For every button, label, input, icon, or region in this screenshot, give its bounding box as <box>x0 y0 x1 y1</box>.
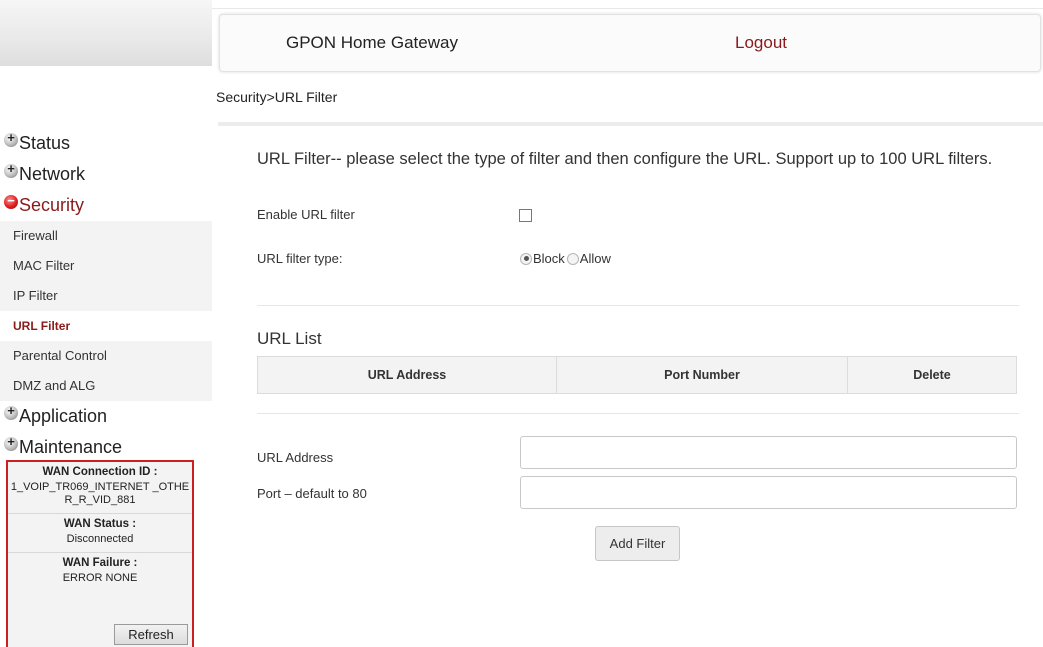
add-filter-button[interactable]: Add Filter <box>595 526 680 561</box>
menu-status-label: Status <box>19 133 71 153</box>
url-list-title: URL List <box>257 329 322 348</box>
sidebar-item-parental-control[interactable]: Parental Control <box>0 341 212 371</box>
column-header-delete: Delete <box>913 368 951 382</box>
url-filter-type-label: URL filter type: <box>257 251 343 266</box>
url-address-input[interactable] <box>520 436 1017 469</box>
wan-status-label: WAN Status : <box>63 518 137 530</box>
wan-failure-value: ERROR NONE <box>62 572 138 584</box>
enable-url-filter-checkbox[interactable] <box>519 209 532 222</box>
logo-area <box>0 0 212 66</box>
expand-icon <box>4 130 18 147</box>
wan-connection-value: 1_VOIP_TR069_INTERNET _OTHER_R_VID_881 <box>10 481 190 506</box>
menu-application[interactable]: Application <box>0 401 212 432</box>
url-address-label: URL Address <box>257 450 334 465</box>
block-radio-label: Block <box>533 251 565 266</box>
wan-info-panel: WAN Connection ID : 1_VOIP_TR069_INTERNE… <box>6 460 194 647</box>
collapse-icon <box>4 193 18 209</box>
section-divider <box>257 305 1019 306</box>
menu-security-label: Security <box>19 195 85 215</box>
sidebar: Status Network Security Firewall MAC Fil… <box>0 128 212 463</box>
column-header-port-number: Port Number <box>557 357 848 393</box>
url-filter-type-group: Block Allow <box>520 251 611 266</box>
sidebar-item-dmz-alg[interactable]: DMZ and ALG <box>0 371 212 401</box>
menu-network[interactable]: Network <box>0 159 212 190</box>
expand-icon <box>4 161 18 178</box>
enable-url-filter-label: Enable URL filter <box>257 207 355 222</box>
column-header-url-address: URL Address <box>258 357 557 393</box>
menu-security[interactable]: Security <box>0 190 212 221</box>
page-intro: URL Filter-- please select the type of f… <box>257 150 993 168</box>
wan-connection-label: WAN Connection ID : <box>42 466 158 478</box>
section-divider <box>257 413 1019 414</box>
url-list-table: URL Address Port Number Delete <box>257 356 1017 394</box>
menu-application-label: Application <box>19 406 108 426</box>
expand-icon <box>4 434 18 451</box>
sidebar-item-ip-filter[interactable]: IP Filter <box>0 281 212 311</box>
wan-status-section: WAN Status : Disconnected <box>8 514 192 553</box>
menu-maintenance-label: Maintenance <box>19 437 123 457</box>
header-title: GPON Home Gateway <box>286 33 458 52</box>
sidebar-item-mac-filter[interactable]: MAC Filter <box>0 251 212 281</box>
wan-connection-section: WAN Connection ID : 1_VOIP_TR069_INTERNE… <box>8 462 192 514</box>
breadcrumb-divider <box>218 122 1043 126</box>
menu-network-label: Network <box>19 164 86 184</box>
port-input[interactable] <box>520 476 1017 509</box>
allow-radio-label: Allow <box>579 251 611 266</box>
breadcrumb: Security>URL Filter <box>216 89 338 105</box>
menu-maintenance[interactable]: Maintenance <box>0 432 212 463</box>
refresh-button[interactable]: Refresh <box>114 624 188 645</box>
header-bar: GPON Home Gateway Logout <box>219 14 1041 72</box>
expand-icon <box>4 403 18 420</box>
sidebar-item-firewall[interactable]: Firewall <box>0 221 212 251</box>
wan-status-value: Disconnected <box>66 533 134 545</box>
port-label: Port – default to 80 <box>257 486 367 501</box>
top-divider <box>212 8 1043 9</box>
menu-status[interactable]: Status <box>0 128 212 159</box>
allow-radio[interactable] <box>566 252 579 265</box>
logout-link[interactable]: Logout <box>735 33 787 53</box>
wan-failure-label: WAN Failure : <box>62 557 138 569</box>
block-radio[interactable] <box>520 252 532 265</box>
sidebar-item-url-filter[interactable]: URL Filter <box>0 311 212 341</box>
wan-failure-section: WAN Failure : ERROR NONE <box>8 553 192 591</box>
